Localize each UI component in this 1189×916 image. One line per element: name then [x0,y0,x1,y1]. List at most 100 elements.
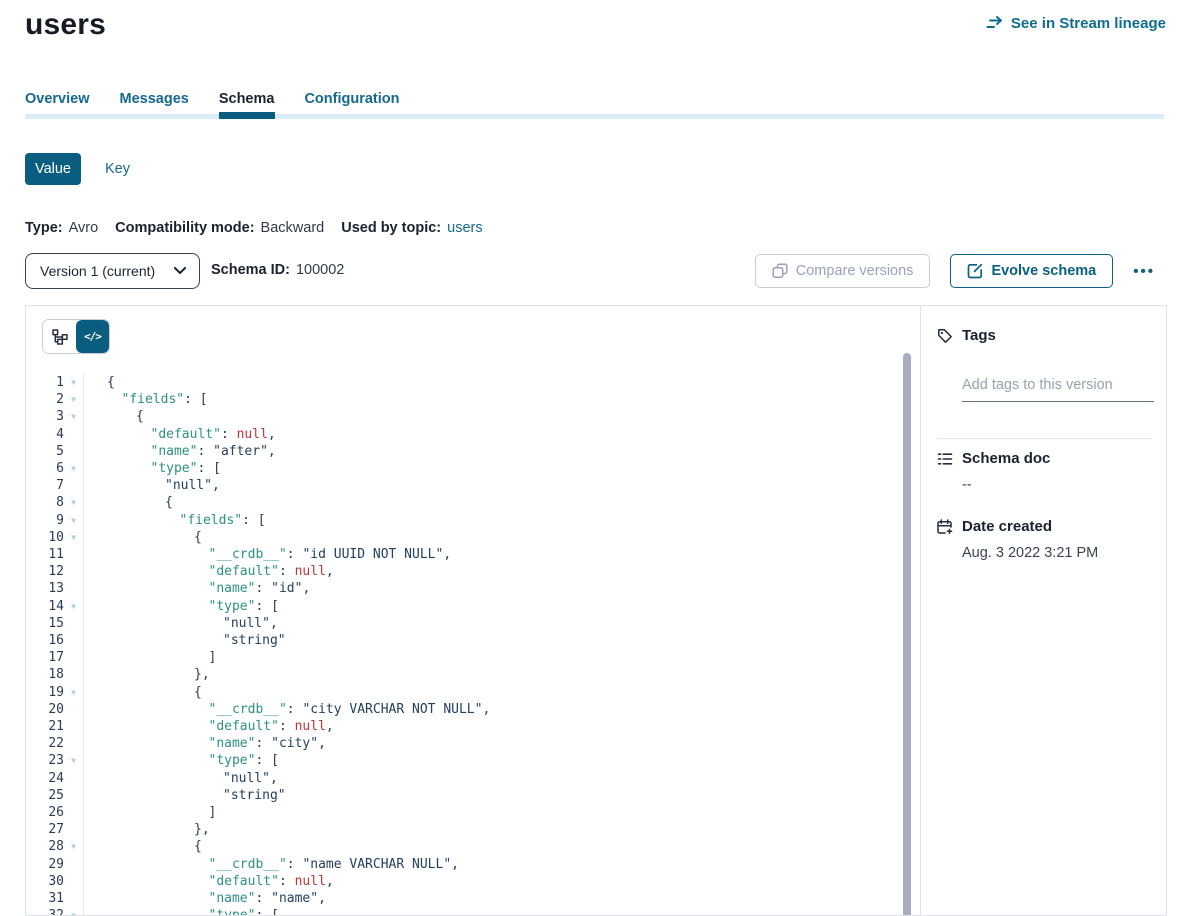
code-line: 17] [26,649,920,666]
line-number: 5 [26,443,64,460]
topic-link[interactable]: users [447,220,482,236]
code-line: 14▼"type": [ [26,598,920,615]
schema-meta-row: Type: Avro Compatibility mode: Backward … [25,220,483,236]
code-content: "null", [83,615,920,632]
line-number: 21 [26,718,64,735]
collapse-arrow-placeholder [64,821,83,838]
code-content: "__crdb__": "name VARCHAR NULL", [83,856,920,873]
collapse-arrow-placeholder [64,787,83,804]
line-number: 30 [26,873,64,890]
collapse-arrow-icon[interactable]: ▼ [64,391,83,408]
line-number: 17 [26,649,64,666]
schema-doc-section: Schema doc -- [921,450,1167,493]
collapse-arrow-placeholder [64,718,83,735]
date-created-heading: Date created [962,518,1052,535]
active-tab-indicator [219,112,275,119]
code-content: "string" [83,632,920,649]
code-line: 7"null", [26,477,920,494]
line-number: 27 [26,821,64,838]
collapse-arrow-icon[interactable]: ▼ [64,838,83,855]
collapse-arrow-placeholder [64,649,83,666]
code-content: "type": [ [83,598,920,615]
code-content: { [83,529,920,546]
chevron-down-icon [174,267,186,275]
code-line: 21"default": null, [26,718,920,735]
code-content: "null", [83,770,920,787]
collapse-arrow-icon[interactable]: ▼ [64,408,83,425]
code-content: "type": [ [83,907,920,915]
schema-id: Schema ID: 100002 [211,262,344,278]
collapse-arrow-icon[interactable]: ▼ [64,529,83,546]
collapse-arrow-icon[interactable]: ▼ [64,374,83,391]
code-line: 2▼"fields": [ [26,391,920,408]
collapse-arrow-icon[interactable]: ▼ [64,494,83,511]
collapse-arrow-icon[interactable]: ▼ [64,598,83,615]
code-content: "null", [83,477,920,494]
code-line: 23▼"type": [ [26,752,920,769]
more-options-button[interactable]: ••• [1133,263,1155,280]
collapse-arrow-placeholder [64,443,83,460]
code-line: 28▼{ [26,838,920,855]
code-line: 27}, [26,821,920,838]
line-number: 31 [26,890,64,907]
tree-view-button[interactable] [43,320,76,353]
code-content: ] [83,804,920,821]
code-line: 30"default": null, [26,873,920,890]
code-content: { [83,494,920,511]
collapse-arrow-placeholder [64,890,83,907]
collapse-arrow-icon[interactable]: ▼ [64,512,83,529]
schema-doc-value: -- [921,467,1167,493]
evolve-schema-label: Evolve schema [991,263,1096,279]
editor-scrollbar[interactable] [903,353,911,916]
tags-section: Tags [921,327,1167,344]
code-content: "default": null, [83,426,920,443]
collapse-arrow-icon[interactable]: ▼ [64,684,83,701]
collapse-arrow-placeholder [64,873,83,890]
add-tags-input[interactable] [962,377,1154,402]
schema-details-sidebar: Tags Schema doc -- [920,306,1167,915]
collapse-arrow-icon[interactable]: ▼ [64,907,83,915]
code-content: "default": null, [83,563,920,580]
line-number: 19 [26,684,64,701]
code-content: { [83,838,920,855]
stream-lineage-link[interactable]: See in Stream lineage [986,15,1166,32]
code-content: "fields": [ [83,512,920,529]
line-number: 10 [26,529,64,546]
line-number: 22 [26,735,64,752]
type-label: Type: [25,220,63,236]
used-by-topic-label: Used by topic: [341,220,441,236]
line-number: 2 [26,391,64,408]
collapse-arrow-icon[interactable]: ▼ [64,752,83,769]
code-line: 3▼{ [26,408,920,425]
value-tab-button[interactable]: Value [25,153,81,185]
code-line: 24"null", [26,770,920,787]
line-number: 11 [26,546,64,563]
collapse-arrow-placeholder [64,632,83,649]
evolve-schema-button[interactable]: Evolve schema [950,254,1113,288]
compare-versions-button[interactable]: Compare versions [755,254,931,288]
version-select-value: Version 1 (current) [40,263,155,279]
code-line: 29"__crdb__": "name VARCHAR NULL", [26,856,920,873]
collapse-arrow-placeholder [64,804,83,821]
stream-lineage-icon [986,16,1004,31]
collapse-arrow-icon[interactable]: ▼ [64,460,83,477]
schema-code-editor[interactable]: 1▼{2▼"fields": [3▼{4"default": null,5"na… [26,374,920,915]
calendar-plus-icon [937,519,953,535]
code-line: 26] [26,804,920,821]
version-select[interactable]: Version 1 (current) [25,253,200,289]
date-created-section: Date created Aug. 3 2022 3:21 PM [921,518,1167,561]
code-line: 9▼"fields": [ [26,512,920,529]
code-line: 6▼"type": [ [26,460,920,477]
collapse-arrow-placeholder [64,546,83,563]
collapse-arrow-placeholder [64,770,83,787]
key-tab-button[interactable]: Key [105,161,130,177]
line-number: 16 [26,632,64,649]
code-line: 13"name": "id", [26,580,920,597]
code-content: "string" [83,787,920,804]
code-line: 15"null", [26,615,920,632]
code-view-button[interactable]: </> [76,320,109,353]
code-line: 12"default": null, [26,563,920,580]
line-number: 8 [26,494,64,511]
code-line: 31"name": "name", [26,890,920,907]
code-content: "type": [ [83,460,920,477]
